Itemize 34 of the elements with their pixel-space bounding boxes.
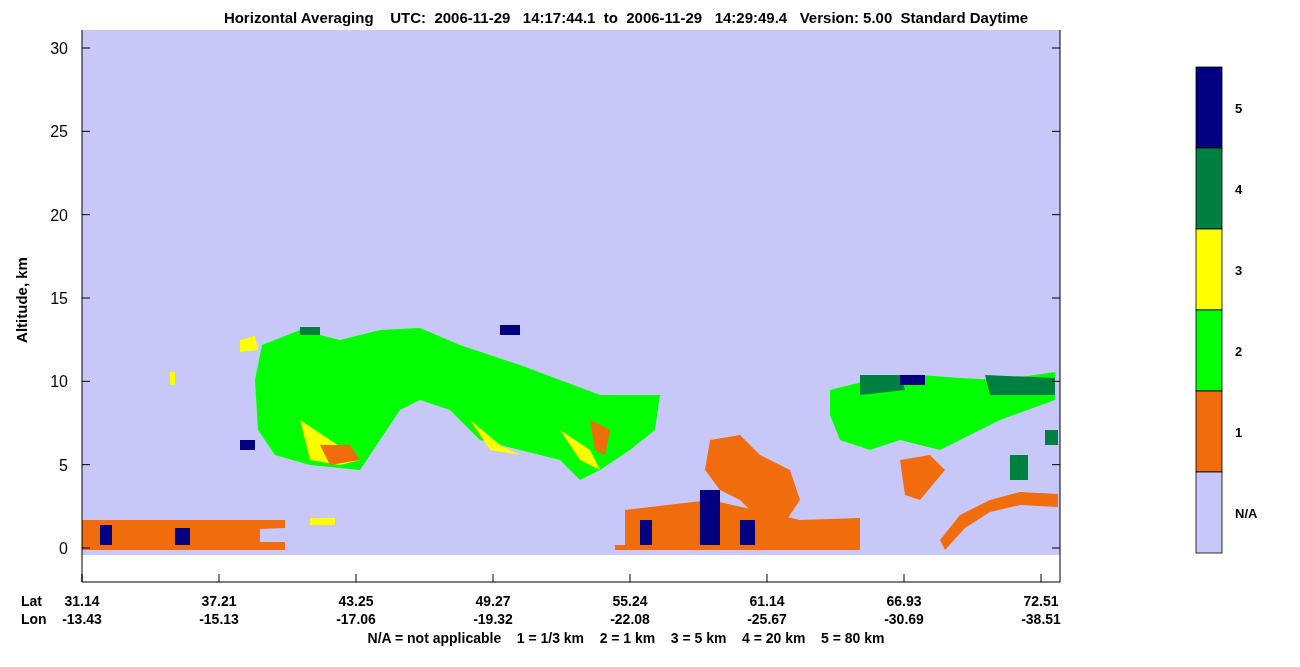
longitude-label: -13.43 — [62, 611, 102, 627]
x-row-label: Lat — [21, 593, 42, 609]
longitude-label: -38.51 — [1021, 611, 1061, 627]
legend-footnote: N/A = not applicable 1 = 1/3 km 2 = 1 km 3 = 5 km 4 = 20 km 5 = 80 km — [367, 630, 885, 646]
longitude-label: -22.08 — [610, 611, 650, 627]
latitude-label: 72.51 — [1023, 593, 1059, 609]
y-tick-label: 15 — [50, 290, 68, 307]
y-tick-label: 10 — [50, 373, 68, 391]
y-tick-label: 0 — [59, 540, 68, 557]
latitude-label: 37.21 — [201, 593, 237, 609]
y-tick-label: 30 — [50, 40, 68, 57]
colorbar-label: 3 — [1235, 262, 1243, 278]
latitude-label: 43.25 — [338, 593, 374, 609]
chart-title: Horizontal Averaging UTC: 2006-11-29 14:17:44.1 to 2006-11-29 14:29:49.4 Version: 5.00 Standard Daytime — [223, 9, 1029, 26]
colorbar-label: 1 — [1235, 424, 1243, 440]
longitude-label: -15.13 — [199, 611, 239, 627]
latitude-label: 61.14 — [749, 593, 785, 609]
longitude-label: -30.69 — [884, 611, 924, 627]
longitude-label: -19.32 — [473, 611, 513, 627]
y-axis-label: Altitude, km — [13, 257, 30, 343]
longitude-label: -25.67 — [747, 611, 787, 627]
y-tick-label: 20 — [50, 206, 68, 224]
colorbar-label: N/A — [1235, 505, 1258, 521]
y-tick-label: 25 — [50, 123, 68, 141]
latitude-label: 31.14 — [64, 593, 100, 609]
latitude-label: 66.93 — [886, 593, 922, 609]
colorbar-label: 5 — [1235, 100, 1243, 116]
x-row-label: Lon — [21, 611, 47, 627]
latitude-label: 49.27 — [475, 593, 511, 609]
colorbar-label: 2 — [1235, 343, 1243, 359]
y-tick-label: 5 — [59, 456, 68, 474]
latitude-label: 55.24 — [612, 593, 648, 609]
longitude-label: -17.06 — [336, 611, 376, 627]
colorbar-label: 4 — [1235, 181, 1243, 197]
